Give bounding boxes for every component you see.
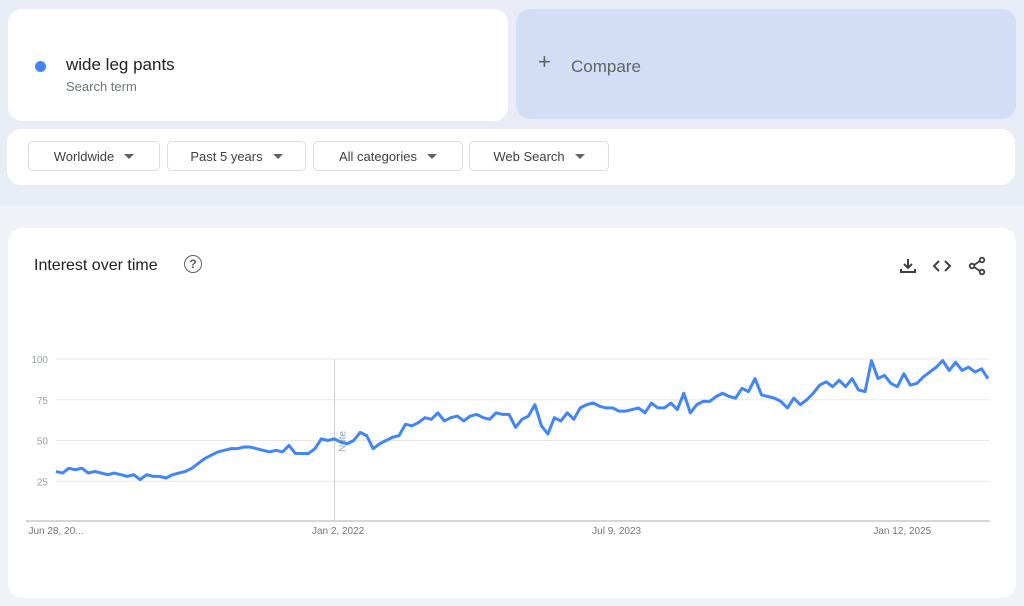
y-tick-label: 75 bbox=[37, 396, 49, 407]
y-tick-label: 100 bbox=[31, 355, 48, 366]
x-tick-label: Jun 28, 20... bbox=[28, 526, 83, 537]
y-tick-label: 25 bbox=[37, 477, 49, 488]
x-tick-label: Jan 12, 2025 bbox=[873, 526, 931, 537]
x-tick-label: Jul 9, 2023 bbox=[592, 526, 641, 537]
x-tick-label: Jan 2, 2022 bbox=[312, 526, 365, 537]
series-line-wide-leg-pants bbox=[55, 359, 990, 482]
y-tick-label: 50 bbox=[37, 437, 49, 448]
line-chart: 25 50 75 100 Jun 28, 20... Jan 2, 2022 Jul 9, … bbox=[26, 355, 990, 537]
